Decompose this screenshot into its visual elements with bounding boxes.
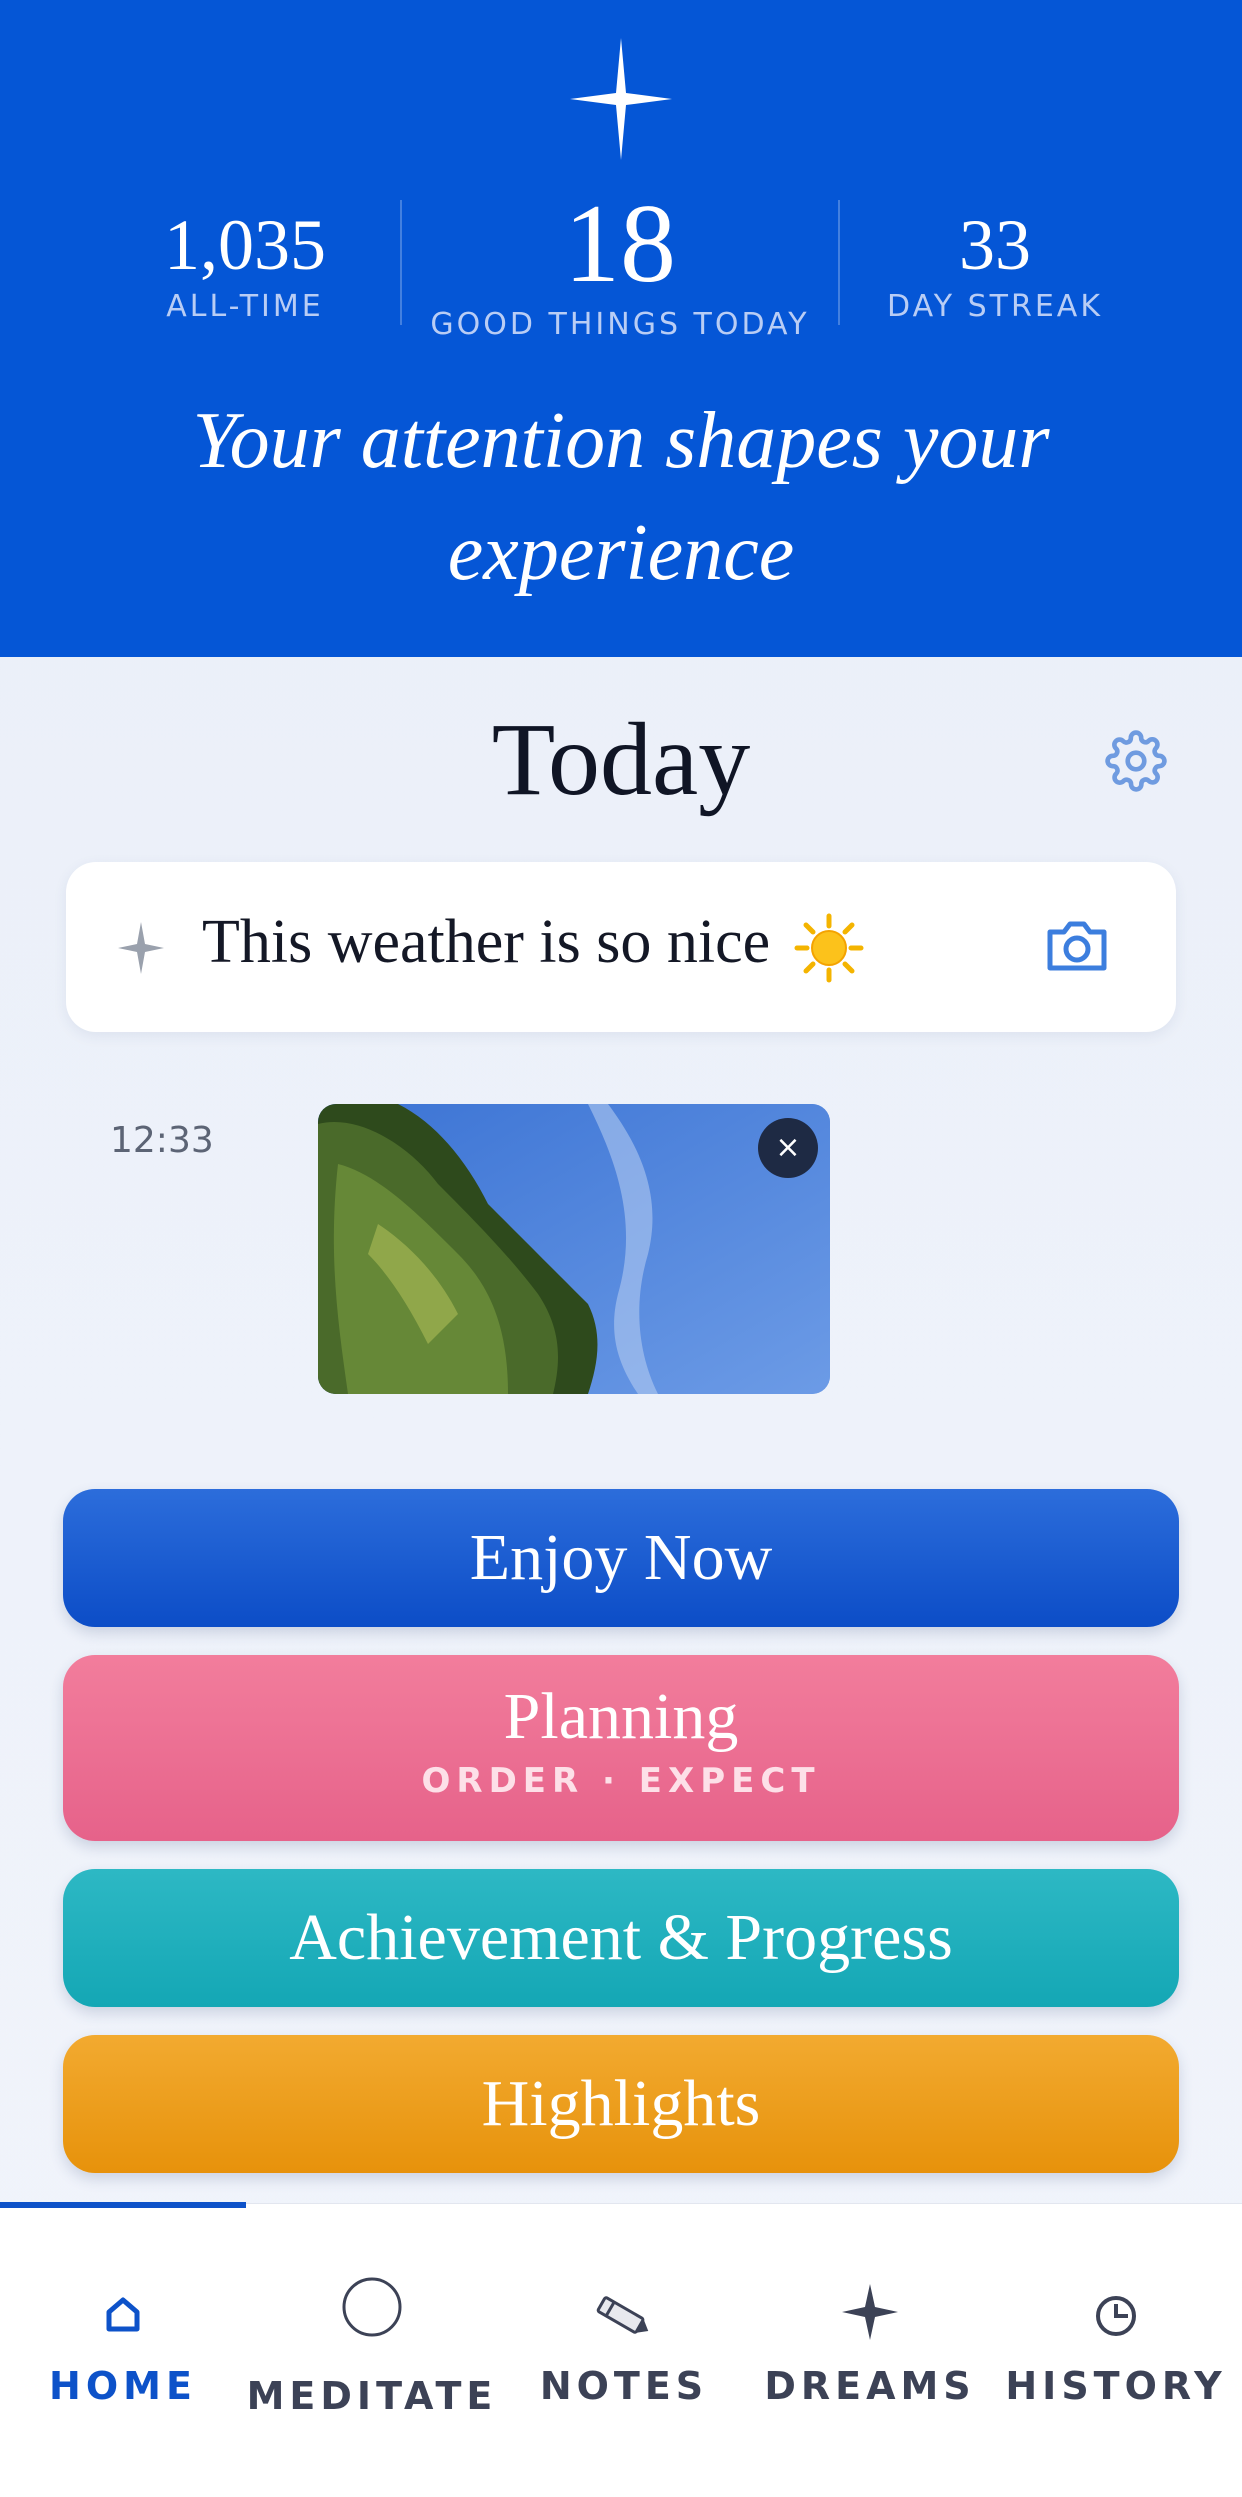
sparkle-icon: [118, 922, 164, 974]
all-time-count: 1,035: [164, 205, 326, 285]
tab-history-label: HISTORY: [1005, 2364, 1227, 2408]
tab-history[interactable]: HISTORY: [990, 2204, 1242, 2497]
today-count: 18: [564, 182, 676, 306]
enjoy-now-label: Enjoy Now: [469, 1521, 773, 1594]
stats-header: 1,035 ALL-TIME 18 GOOD THINGS TODAY 33 D…: [0, 0, 1242, 657]
achievement-progress-button[interactable]: Achievement & Progress: [63, 1869, 1179, 2007]
sparkle-star-icon: [570, 38, 672, 160]
streak-label: DAY STREAK: [887, 289, 1103, 324]
entry-time: 12:33: [110, 1120, 214, 1161]
sun-emoji: [794, 913, 864, 983]
entry-photo[interactable]: ×: [318, 1104, 830, 1394]
streak-stat: 33 DAY STREAK: [870, 205, 1120, 324]
today-stat: 18 GOOD THINGS TODAY: [400, 185, 840, 342]
bottom-tab-bar: HOME MEDITATE NOTES DREAMS HISTORY: [0, 2202, 1242, 2497]
planning-button[interactable]: Planning ORDER · EXPECT: [63, 1655, 1179, 1841]
clock-icon: [1096, 2296, 1136, 2336]
tab-home[interactable]: HOME: [0, 2204, 246, 2497]
highlights-button[interactable]: Highlights: [63, 2035, 1179, 2173]
tab-dreams[interactable]: DREAMS: [750, 2204, 990, 2497]
enjoy-now-button[interactable]: Enjoy Now: [63, 1489, 1179, 1627]
highlights-label: Highlights: [481, 2067, 761, 2140]
achievement-progress-label: Achievement & Progress: [289, 1901, 953, 1974]
today-label: GOOD THINGS TODAY: [430, 307, 810, 342]
page-title: Today: [491, 702, 751, 817]
home-icon: [106, 2297, 140, 2332]
tab-notes-label: NOTES: [539, 2364, 709, 2408]
tab-notes[interactable]: NOTES: [498, 2204, 750, 2497]
pencil-icon: [596, 2296, 649, 2334]
sparkle-icon: [842, 2284, 898, 2340]
tab-home-label: HOME: [49, 2364, 197, 2408]
camera-icon[interactable]: [1044, 914, 1110, 976]
gear-icon[interactable]: [1105, 730, 1167, 792]
streak-count: 33: [959, 205, 1031, 285]
entry-text: This weather is so nice: [202, 908, 771, 976]
planning-label: Planning: [503, 1680, 739, 1753]
tab-meditate-label: MEDITATE: [246, 2374, 498, 2418]
entry-text-field[interactable]: This weather is so nice: [202, 907, 962, 983]
tagline: Your attention shapes your experience: [192, 397, 1050, 597]
tab-dreams-label: DREAMS: [764, 2364, 976, 2408]
photo-image: [318, 1104, 830, 1394]
remove-photo-button[interactable]: ×: [758, 1118, 818, 1178]
tab-meditate[interactable]: MEDITATE: [246, 2204, 498, 2497]
planning-sublabel: ORDER · EXPECT: [421, 1761, 821, 1801]
circle-icon: [342, 2277, 402, 2337]
stat-divider: [838, 200, 840, 325]
all-time-label: ALL-TIME: [166, 289, 324, 324]
entry-input-card[interactable]: This weather is so nice: [66, 862, 1176, 1032]
all-time-stat: 1,035 ALL-TIME: [130, 205, 360, 324]
